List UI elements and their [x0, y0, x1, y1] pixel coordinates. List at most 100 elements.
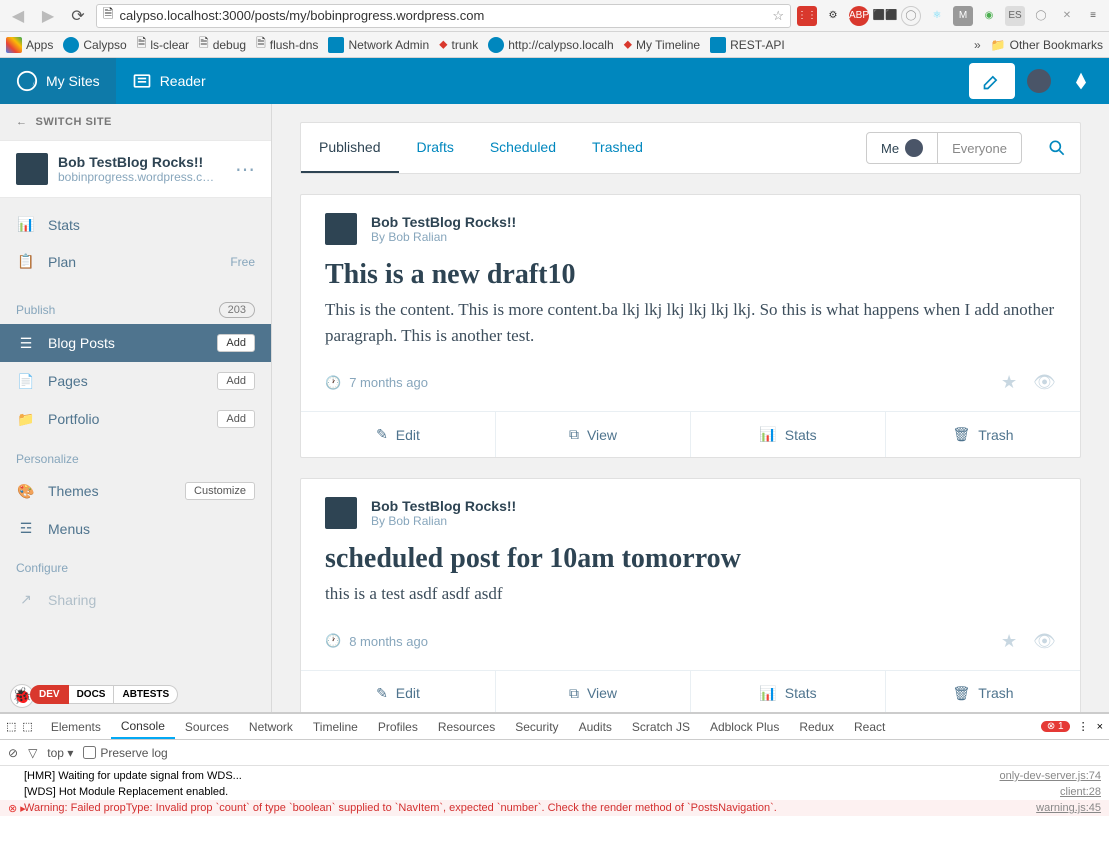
devtools-tab-security[interactable]: Security: [505, 714, 568, 739]
ext-icon[interactable]: ✕: [1057, 6, 1077, 26]
devtools-tab-console[interactable]: Console: [111, 714, 175, 739]
notifications-button[interactable]: [1063, 71, 1099, 91]
preserve-log-checkbox[interactable]: Preserve log: [83, 746, 167, 760]
ext-icon[interactable]: ◉: [979, 6, 999, 26]
source-link[interactable]: warning.js:45: [1036, 802, 1101, 814]
devtools-tab-audits[interactable]: Audits: [569, 714, 622, 739]
bookmark-apps[interactable]: Apps: [6, 37, 53, 53]
view-button[interactable]: ⧉View: [496, 671, 691, 713]
customize-button[interactable]: Customize: [185, 482, 255, 500]
ext-icon[interactable]: M: [953, 6, 973, 26]
ext-icon[interactable]: ⚛: [927, 6, 947, 26]
eye-icon[interactable]: 👁: [1033, 631, 1056, 652]
sidebar-item-menus[interactable]: ☲ Menus: [0, 510, 271, 547]
sidebar-item-plan[interactable]: 📋 Plan Free: [0, 243, 271, 280]
bookmark[interactable]: 🗎ls-clear: [137, 34, 189, 55]
forward-button[interactable]: ▶: [36, 4, 60, 28]
back-button[interactable]: ◀: [6, 4, 30, 28]
ext-icon[interactable]: ◯: [1031, 6, 1051, 26]
sidebar-item-themes[interactable]: 🎨 Themes Customize: [0, 472, 271, 510]
switch-site-button[interactable]: ← SWITCH SITE: [0, 104, 271, 140]
more-icon[interactable]: ⋯: [235, 157, 255, 182]
error-count[interactable]: ⊗ 1: [1041, 721, 1070, 732]
add-portfolio-button[interactable]: Add: [217, 410, 255, 428]
source-link[interactable]: client:28: [1060, 786, 1101, 798]
post-site-name[interactable]: Bob TestBlog Rocks!!: [371, 214, 516, 230]
me-button[interactable]: [1021, 69, 1057, 93]
devtools-tab-react[interactable]: React: [844, 714, 895, 739]
ext-icon[interactable]: ES: [1005, 6, 1025, 26]
filter-icon[interactable]: ▽: [28, 746, 37, 760]
url-bar[interactable]: 🗎 calypso.localhost:3000/posts/my/bobinp…: [96, 4, 791, 28]
reader-button[interactable]: Reader: [116, 58, 222, 104]
device-icon[interactable]: ⬚: [22, 720, 32, 733]
devtools-tab-timeline[interactable]: Timeline: [303, 714, 368, 739]
add-page-button[interactable]: Add: [217, 372, 255, 390]
devtools-tab-resources[interactable]: Resources: [428, 714, 505, 739]
author-me[interactable]: Me: [867, 133, 937, 163]
compose-button[interactable]: [969, 63, 1015, 99]
tab-drafts[interactable]: Drafts: [399, 123, 472, 173]
search-button[interactable]: [1034, 138, 1080, 158]
stats-button[interactable]: 📊Stats: [691, 412, 886, 457]
dev-badge[interactable]: DEV: [30, 685, 69, 704]
bookmark[interactable]: 🗎debug: [199, 34, 246, 55]
edit-button[interactable]: ✎Edit: [301, 671, 496, 713]
clear-icon[interactable]: ⊘: [8, 746, 18, 760]
trash-button[interactable]: 🗑Trash: [886, 412, 1080, 457]
ext-icon[interactable]: ◯: [901, 6, 921, 26]
inspect-icon[interactable]: ⬚: [6, 720, 16, 733]
post-site-name[interactable]: Bob TestBlog Rocks!!: [371, 498, 516, 514]
sidebar-item-sharing[interactable]: ↗ Sharing: [0, 581, 271, 618]
author-everyone[interactable]: Everyone: [937, 133, 1021, 163]
hamburger-icon[interactable]: ≡: [1083, 6, 1103, 26]
post-title[interactable]: This is a new draft10: [301, 245, 1080, 297]
sidebar-item-portfolio[interactable]: 📁 Portfolio Add: [0, 400, 271, 438]
ext-icon[interactable]: ⬛⬛: [875, 6, 895, 26]
bookmark[interactable]: Calypso: [63, 37, 126, 53]
add-post-button[interactable]: Add: [217, 334, 255, 352]
eye-icon[interactable]: 👁: [1033, 372, 1056, 393]
devtools-tab-sources[interactable]: Sources: [175, 714, 239, 739]
bookmark[interactable]: Network Admin: [328, 37, 429, 53]
ext-icon[interactable]: ⋮⋮: [797, 6, 817, 26]
post-timestamp: 8 months ago: [349, 634, 428, 649]
devtools-tab-redux[interactable]: Redux: [789, 714, 844, 739]
edit-button[interactable]: ✎Edit: [301, 412, 496, 457]
reload-button[interactable]: ⟳: [66, 4, 90, 28]
devtools-close-icon[interactable]: ×: [1097, 721, 1103, 733]
other-bookmarks[interactable]: 📁Other Bookmarks: [991, 38, 1103, 52]
context-select[interactable]: top ▾: [47, 746, 73, 760]
tab-trashed[interactable]: Trashed: [574, 123, 661, 173]
devtools-tab-adblock-plus[interactable]: Adblock Plus: [700, 714, 789, 739]
docs-badge[interactable]: DOCS: [69, 685, 115, 704]
post-title[interactable]: scheduled post for 10am tomorrow: [301, 529, 1080, 581]
sidebar-item-pages[interactable]: 📄 Pages Add: [0, 362, 271, 400]
devtools-more-icon[interactable]: ⋮: [1078, 720, 1089, 733]
tab-published[interactable]: Published: [301, 123, 399, 173]
bookmark[interactable]: ⬥My Timeline: [624, 37, 700, 52]
site-card[interactable]: Bob TestBlog Rocks!! bobinprogress.wordp…: [0, 140, 271, 198]
bookmark[interactable]: ⬥trunk: [439, 37, 478, 52]
ext-icon[interactable]: ⚙: [823, 6, 843, 26]
devtools-tab-network[interactable]: Network: [239, 714, 303, 739]
devtools-tab-scratch-js[interactable]: Scratch JS: [622, 714, 700, 739]
abtests-badge[interactable]: ABTESTS: [114, 685, 178, 704]
bookmark[interactable]: REST-API: [710, 37, 785, 53]
ext-icon[interactable]: ABP: [849, 6, 869, 26]
star-icon[interactable]: ★: [1001, 631, 1017, 652]
sidebar-item-blog-posts[interactable]: ☰ Blog Posts Add: [0, 324, 271, 362]
trash-button[interactable]: 🗑Trash: [886, 671, 1080, 713]
sidebar-item-stats[interactable]: 📊 Stats: [0, 206, 271, 243]
tab-scheduled[interactable]: Scheduled: [472, 123, 574, 173]
stats-button[interactable]: 📊Stats: [691, 671, 886, 713]
devtools-tab-elements[interactable]: Elements: [41, 714, 111, 739]
bookmark-star-icon[interactable]: ☆: [772, 8, 784, 24]
view-button[interactable]: ⧉View: [496, 412, 691, 457]
star-icon[interactable]: ★: [1001, 372, 1017, 393]
devtools-tab-profiles[interactable]: Profiles: [368, 714, 428, 739]
bookmark[interactable]: http://calypso.localh: [488, 37, 613, 53]
source-link[interactable]: only-dev-server.js:74: [1000, 770, 1102, 782]
my-sites-button[interactable]: My Sites: [0, 58, 116, 104]
bookmark[interactable]: 🗎flush-dns: [256, 34, 318, 55]
